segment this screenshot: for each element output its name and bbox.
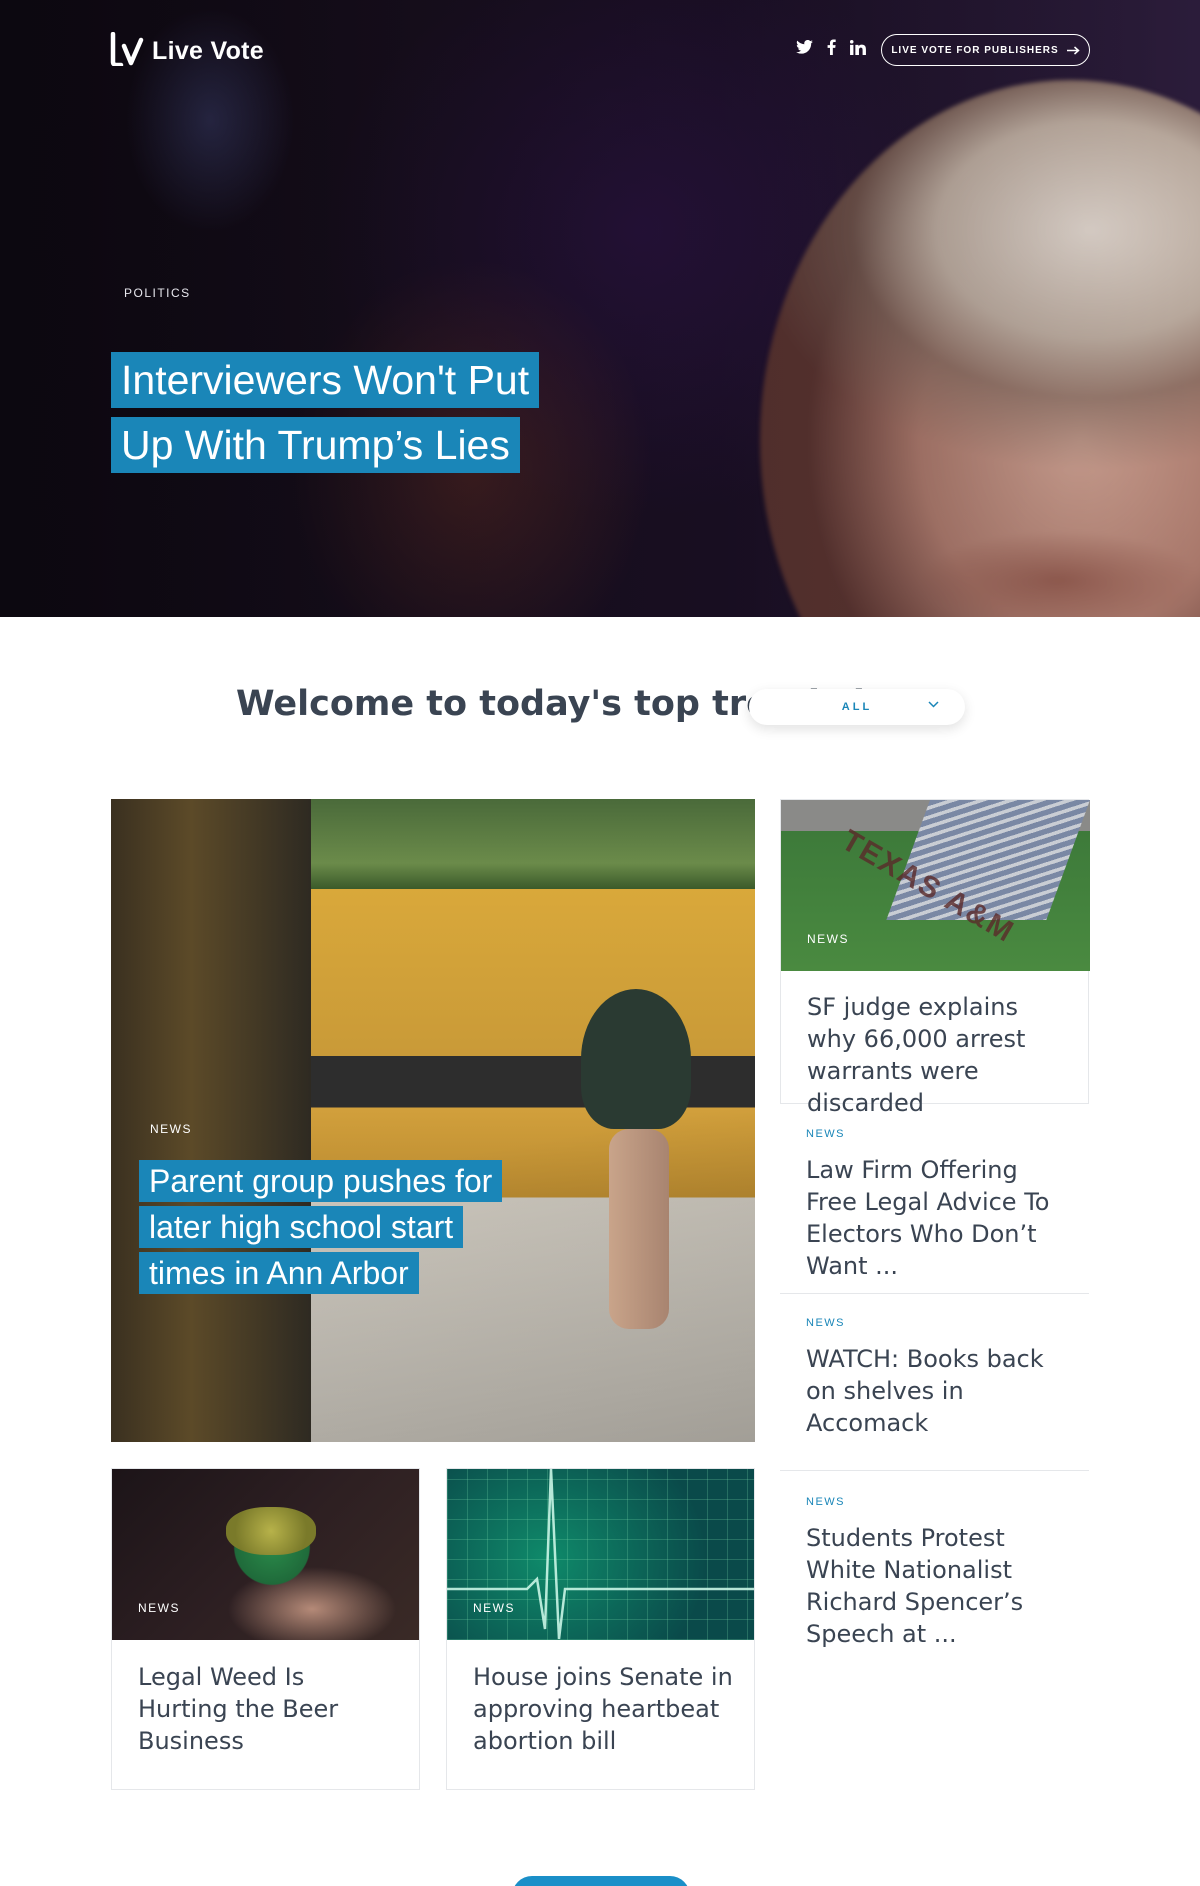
divider	[780, 1470, 1089, 1471]
list-item[interactable]: NEWS Law Firm Offering Free Legal Advice…	[780, 1128, 1089, 1282]
hero-banner[interactable]: Live Vote LIVE VOTE FOR PUBLISHERS POLIT…	[0, 0, 1200, 617]
feature-title-line: later high school start	[139, 1206, 464, 1248]
news-card[interactable]: NEWS Legal Weed Is Hurting the Beer Busi…	[111, 1468, 420, 1790]
load-more-button[interactable]	[512, 1876, 690, 1886]
list-item-category: NEWS	[806, 1496, 845, 1508]
feature-title-line: Parent group pushes for	[139, 1160, 503, 1202]
logo-text: Live Vote	[152, 37, 264, 65]
list-item-title: WATCH: Books back on shelves in Accomack	[806, 1345, 1044, 1437]
dropdown-selected-value: ALL	[841, 701, 873, 713]
news-card-title: House joins Senate in approving heartbea…	[473, 1663, 733, 1755]
divider	[780, 1293, 1089, 1294]
news-card-image: NEWS	[112, 1469, 419, 1640]
side-card-category: NEWS	[807, 932, 849, 946]
facebook-icon[interactable]	[827, 39, 836, 55]
news-card-category: NEWS	[473, 1601, 515, 1615]
twitter-icon[interactable]	[796, 40, 813, 54]
list-item-category: NEWS	[806, 1317, 845, 1329]
logo-mark-icon	[110, 32, 144, 66]
news-card[interactable]: NEWS House joins Senate in approving hea…	[446, 1468, 755, 1790]
list-item[interactable]: NEWS WATCH: Books back on shelves in Acc…	[780, 1317, 1089, 1439]
publishers-button-label: LIVE VOTE FOR PUBLISHERS	[891, 44, 1059, 56]
hero-title-line: Up With Trump’s Lies	[111, 417, 520, 473]
list-item-title: Law Firm Offering Free Legal Advice To E…	[806, 1156, 1050, 1280]
category-dropdown[interactable]: ALL	[749, 689, 965, 725]
publishers-button[interactable]: LIVE VOTE FOR PUBLISHERS	[881, 34, 1090, 66]
arrow-right-icon	[1066, 45, 1080, 55]
news-card-image: NEWS	[447, 1469, 754, 1640]
feature-title-line: times in Ann Arbor	[139, 1252, 419, 1294]
news-card-title: Legal Weed Is Hurting the Beer Business	[138, 1663, 339, 1755]
feature-card[interactable]	[111, 799, 755, 1442]
hero-title[interactable]: Interviewers Won't Put Up With Trump’s L…	[111, 352, 571, 482]
feature-category: NEWS	[150, 1122, 192, 1136]
feature-title[interactable]: Parent group pushes for later high schoo…	[139, 1160, 503, 1298]
list-item-category: NEWS	[806, 1128, 845, 1140]
logo[interactable]: Live Vote	[110, 32, 264, 66]
news-card-category: NEWS	[138, 1601, 180, 1615]
list-item[interactable]: NEWS Students Protest White Nationalist …	[780, 1496, 1089, 1650]
list-item-title: Students Protest White Nationalist Richa…	[806, 1524, 1024, 1648]
chevron-down-icon	[928, 701, 939, 708]
side-card-title: SF judge explains why 66,000 arrest warr…	[807, 993, 1026, 1117]
linkedin-icon[interactable]	[850, 39, 866, 55]
hero-category[interactable]: POLITICS	[124, 286, 191, 300]
side-card-image: TEXAS A&M NEWS	[781, 800, 1090, 971]
hero-title-line: Interviewers Won't Put	[111, 352, 540, 408]
social-links	[796, 39, 866, 55]
side-news-card[interactable]: TEXAS A&M NEWS SF judge explains why 66,…	[780, 799, 1090, 1117]
